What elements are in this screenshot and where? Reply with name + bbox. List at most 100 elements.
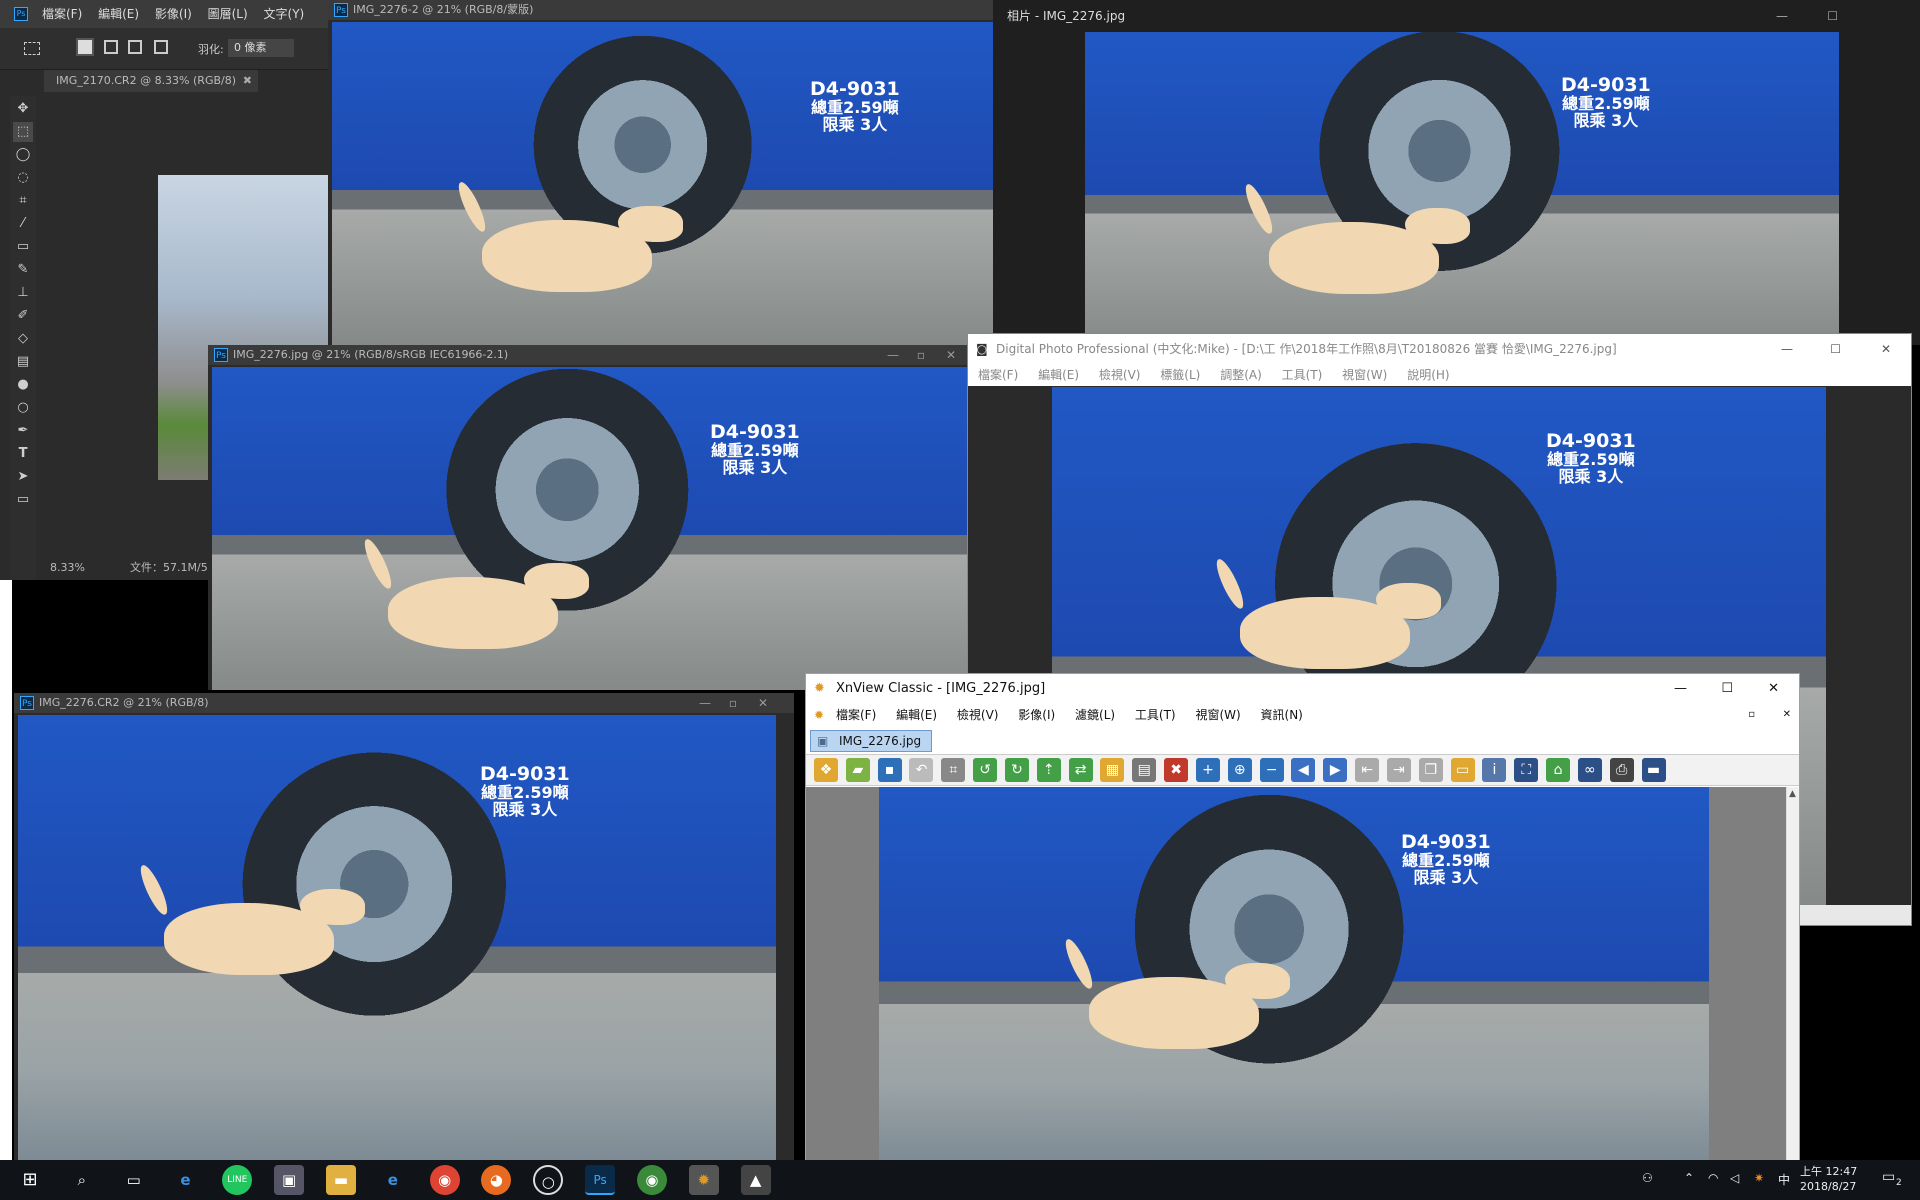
- minimize-icon[interactable]: —: [1775, 334, 1799, 364]
- minimize-icon[interactable]: —: [882, 345, 904, 365]
- dpp-menu-window[interactable]: 視窗(W): [1334, 364, 1395, 386]
- ime-indicator[interactable]: 中: [1778, 1171, 1790, 1188]
- photo-app-icon[interactable]: ▣: [274, 1165, 305, 1195]
- mdi-close-icon[interactable]: ✕: [1783, 704, 1791, 726]
- rectangle-tool-icon[interactable]: ▭: [13, 490, 33, 510]
- history-brush-tool-icon[interactable]: ✐: [13, 306, 33, 326]
- firefox-icon[interactable]: ◕: [481, 1165, 512, 1195]
- export-icon[interactable]: ⇡: [1036, 758, 1061, 782]
- eyedropper-tool-icon[interactable]: ⁄: [13, 214, 33, 234]
- ps-menu-file[interactable]: 檔案(F): [42, 0, 88, 28]
- ps-menu-type[interactable]: 文字(Y): [258, 0, 311, 28]
- mdi-restore-icon[interactable]: ▫: [1748, 704, 1755, 726]
- adjust-icon[interactable]: ▤: [1132, 758, 1157, 782]
- lasso-tool-icon[interactable]: ◯: [13, 145, 33, 165]
- move-tool-icon[interactable]: ✥: [13, 99, 33, 119]
- minimize-icon[interactable]: —: [1674, 674, 1687, 704]
- edge-icon[interactable]: e: [170, 1165, 200, 1195]
- maximize-icon[interactable]: ☐: [1721, 674, 1733, 704]
- ie-icon[interactable]: e: [378, 1165, 408, 1195]
- browser-icon[interactable]: ❖: [814, 758, 838, 782]
- network-icon[interactable]: ◠: [1708, 1171, 1718, 1185]
- clock-date[interactable]: 2018/8/27: [1800, 1180, 1856, 1193]
- photos-taskbar-icon[interactable]: ▲: [740, 1165, 771, 1195]
- convert-icon[interactable]: ⇄: [1068, 758, 1093, 782]
- people-icon[interactable]: ⚇: [1642, 1171, 1653, 1185]
- dpp-menu-file[interactable]: 檔案(F): [970, 364, 1026, 386]
- ps-window-mid-title[interactable]: Ps IMG_2276.jpg @ 21% (RGB/8/sRGB IEC6196…: [208, 345, 968, 365]
- clone-stamp-tool-icon[interactable]: ⊥: [13, 283, 33, 303]
- path-select-tool-icon[interactable]: ➤: [13, 467, 33, 487]
- scanner-icon[interactable]: ▬: [1641, 758, 1666, 782]
- xn-menu-filter[interactable]: 濾鏡(L): [1067, 704, 1123, 726]
- feather-input[interactable]: 0 像素: [228, 39, 294, 57]
- photoshop-taskbar-icon[interactable]: Ps: [585, 1165, 616, 1195]
- add-selection-icon[interactable]: [104, 40, 118, 54]
- close-icon[interactable]: ✕: [1874, 334, 1897, 364]
- task-view-icon[interactable]: ▭: [119, 1165, 149, 1195]
- dpp-menu-view[interactable]: 檢視(V): [1091, 364, 1149, 386]
- xnview-titlebar[interactable]: ✹ XnView Classic - [IMG_2276.jpg] — ☐ ✕: [806, 674, 1799, 704]
- maximize-icon[interactable]: ▫: [722, 693, 744, 713]
- dodge-tool-icon[interactable]: ○: [13, 398, 33, 418]
- close-icon[interactable]: ✕: [752, 693, 774, 713]
- dpp-menu-help[interactable]: 說明(H): [1399, 364, 1457, 386]
- subtract-selection-icon[interactable]: [128, 40, 142, 54]
- next-icon[interactable]: ▶: [1323, 758, 1348, 782]
- type-tool-icon[interactable]: T: [13, 444, 33, 464]
- eraser-tool-icon[interactable]: ◇: [13, 329, 33, 349]
- window-icon[interactable]: ❐: [1418, 758, 1443, 782]
- redeye-icon[interactable]: ✖: [1164, 758, 1189, 782]
- scroll-up-icon[interactable]: ▲: [1789, 789, 1796, 799]
- xnview-tab[interactable]: ▣ IMG_2276.jpg: [810, 730, 932, 752]
- minimize-icon[interactable]: —: [1776, 0, 1788, 32]
- slideshow-icon[interactable]: ▭: [1450, 758, 1475, 782]
- zoom-out-icon[interactable]: −: [1259, 758, 1284, 782]
- line-icon[interactable]: LINE: [222, 1165, 253, 1195]
- xn-menu-edit[interactable]: 編輯(E): [888, 704, 945, 726]
- crop-icon[interactable]: ⌗: [941, 758, 966, 782]
- file-explorer-icon[interactable]: ▬: [325, 1165, 356, 1195]
- binoculars-icon[interactable]: ∞: [1577, 758, 1602, 782]
- ps-menu-image[interactable]: 影像(I): [149, 0, 198, 28]
- xnview-taskbar-icon[interactable]: ✹: [688, 1165, 719, 1195]
- xn-menu-info[interactable]: 資訊(N): [1253, 704, 1311, 726]
- close-icon[interactable]: ✕: [1768, 674, 1779, 704]
- open-folder-icon[interactable]: ▰: [845, 758, 870, 782]
- search-icon[interactable]: ⌕: [67, 1165, 97, 1195]
- clock-time[interactable]: 上午 12:47: [1800, 1163, 1857, 1179]
- first-icon[interactable]: ⇤: [1355, 758, 1380, 782]
- dpp-menu-adjust[interactable]: 調整(A): [1212, 364, 1270, 386]
- wallpaper-icon[interactable]: ⌂: [1546, 758, 1571, 782]
- info-icon[interactable]: i: [1482, 758, 1507, 782]
- undo-icon[interactable]: ↶: [909, 758, 934, 782]
- photos-titlebar[interactable]: 相片 - IMG_2276.jpg — ☐: [993, 0, 1920, 32]
- xn-menu-tools[interactable]: 工具(T): [1127, 704, 1184, 726]
- notification-icon[interactable]: ▭: [1882, 1169, 1895, 1185]
- xn-menu-file[interactable]: 檔案(F): [828, 704, 884, 726]
- previous-icon[interactable]: ◀: [1291, 758, 1316, 782]
- xn-menu-view[interactable]: 檢視(V): [949, 704, 1007, 726]
- ps-doc-tab[interactable]: IMG_2170.CR2 @ 8.33% (RGB/8) ✖: [44, 70, 258, 92]
- xnview-scrollbar[interactable]: ▲: [1786, 787, 1799, 1161]
- dpp-titlebar[interactable]: ◙ Digital Photo Professional (中文化:Mike) …: [968, 334, 1911, 364]
- zoom-fit-icon[interactable]: ⊕: [1227, 758, 1252, 782]
- intersect-selection-icon[interactable]: [154, 40, 168, 54]
- chrome-icon[interactable]: ◉: [429, 1165, 460, 1195]
- minimize-icon[interactable]: —: [694, 693, 716, 713]
- healing-brush-tool-icon[interactable]: ▭: [13, 237, 33, 257]
- ps-menu-layer[interactable]: 圖層(L): [202, 0, 254, 28]
- crop-tool-icon[interactable]: ⌗: [13, 191, 33, 211]
- batch-icon[interactable]: ▦: [1100, 758, 1125, 782]
- brush-tool-icon[interactable]: ✎: [13, 260, 33, 280]
- avast-icon[interactable]: ✷: [1754, 1171, 1764, 1185]
- ps-window-bottom-title[interactable]: Ps IMG_2276.CR2 @ 21% (RGB/8) — ▫ ✕: [14, 693, 794, 713]
- last-icon[interactable]: ⇥: [1386, 758, 1411, 782]
- ps-window-top-title[interactable]: Ps IMG_2276-2 @ 21% (RGB/8/蒙版): [328, 0, 993, 20]
- chrome-profile-icon[interactable]: ◉: [636, 1165, 667, 1195]
- close-icon[interactable]: ✕: [940, 345, 962, 365]
- maximize-icon[interactable]: ☐: [1824, 334, 1847, 364]
- pen-tool-icon[interactable]: ✒: [13, 421, 33, 441]
- chevron-up-icon[interactable]: ⌃: [1684, 1171, 1694, 1185]
- print-icon[interactable]: ⎙: [1609, 758, 1634, 782]
